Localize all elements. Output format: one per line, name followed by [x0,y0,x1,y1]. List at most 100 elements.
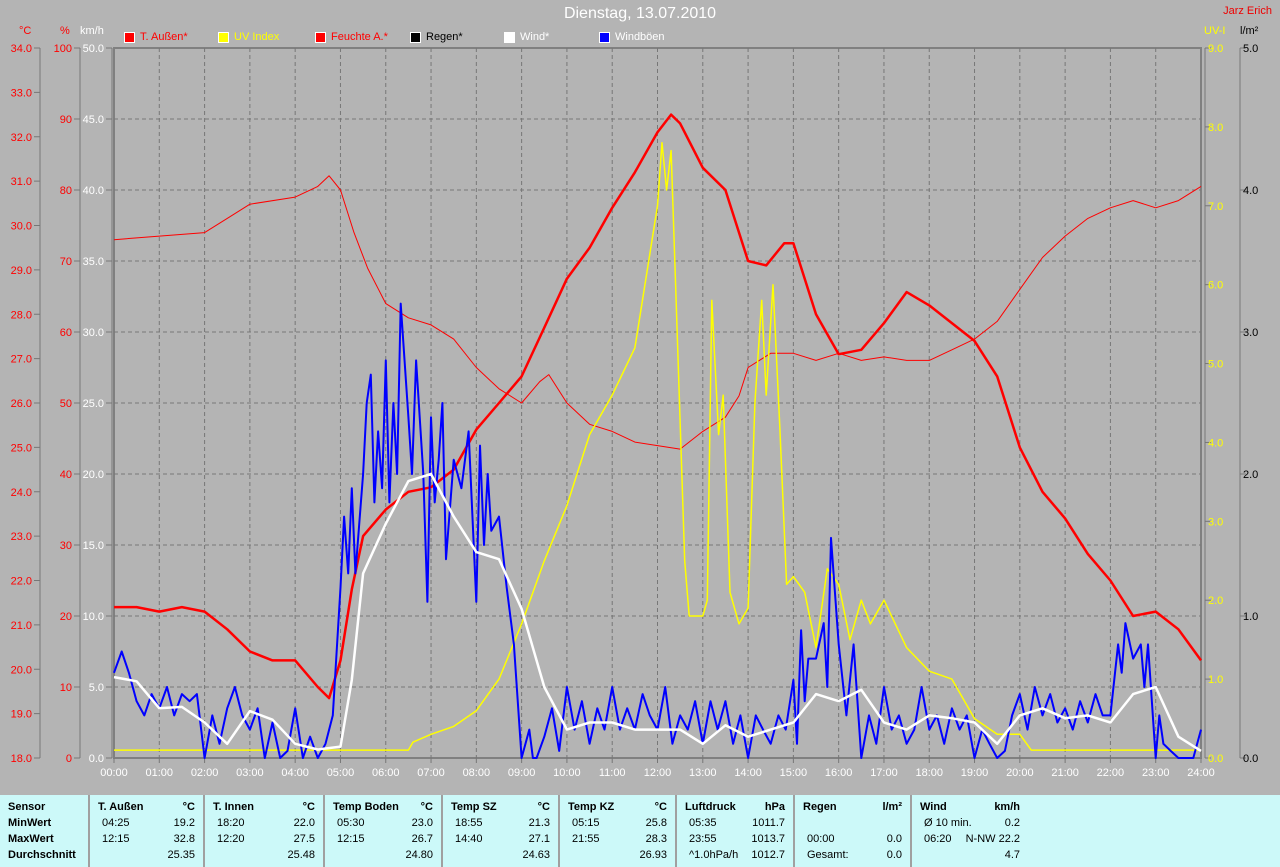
stats-column: Sensor MinWert MaxWert Durchschnitt [0,795,90,867]
y-tick-label-uv: 9.0 [1208,43,1223,55]
x-tick-label: 00:00 [100,767,128,779]
x-tick-label: 12:00 [644,767,672,779]
legend-label: T. Außen* [140,31,188,43]
row-value: 28.3 [645,833,667,845]
unit-uv: UV-I [1204,25,1226,37]
row-label: 05:30 [337,817,365,829]
row-label: Ø 10 min. [924,817,972,829]
row-label: 18:55 [455,817,483,829]
legend-item: Wind* [504,31,549,43]
row-value: 19.2 [173,817,195,829]
row-value: 4.7 [1004,849,1020,861]
row-label: MinWert [8,817,52,829]
stats-column: Luftdruck hPa 05:35 1011.7 23:55 1013.7 ^1.0hP… [677,795,795,867]
legend-item: Feuchte A.* [315,31,388,43]
legend-label: Feuchte A.* [331,31,388,43]
column-header: Sensor [8,801,46,813]
x-tick-label: 01:00 [146,767,174,779]
y-tick-label-uv: 8.0 [1208,122,1223,134]
row-label: 06:20 [924,833,952,845]
x-tick-label: 06:00 [372,767,400,779]
column-unit: l/m² [882,801,902,813]
y-tick-label-temp: 24.0 [11,487,32,499]
row-label: 18:20 [217,817,245,829]
row-value: 26.7 [411,833,433,845]
row-value: 22.0 [293,817,315,829]
row-label: 12:15 [102,833,130,845]
column-header: Temp SZ [451,801,497,813]
x-tick-label: 22:00 [1097,767,1125,779]
row-value: 26.93 [639,849,667,861]
row-value: 0.0 [886,849,902,861]
row-label: Durchschnitt [8,849,76,861]
row-label: 12:20 [217,833,245,845]
row-value: 25.48 [287,849,315,861]
y-tick-label-hum: 90 [60,114,72,126]
legend-swatch [504,31,515,43]
y-tick-label-temp: 32.0 [11,132,32,144]
stats-column: Temp Boden °C 05:30 23.0 12:15 26.7 24.80 [325,795,443,867]
row-value: 32.8 [173,833,195,845]
y-tick-label-temp: 29.0 [11,265,32,277]
column-header: Temp KZ [568,801,615,813]
column-unit: °C [420,801,433,813]
row-label: 21:55 [572,833,600,845]
legend-item: Regen* [410,31,463,43]
row-label: 04:25 [102,817,130,829]
y-tick-label-wind: 15.0 [83,540,104,552]
row-label: MaxWert [8,833,54,845]
y-tick-label-temp: 34.0 [11,43,32,55]
legend-label: Regen* [426,31,463,43]
y-tick-label-temp: 28.0 [11,309,32,321]
row-label: 05:35 [689,817,717,829]
x-tick-label: 16:00 [825,767,853,779]
row-value: 24.63 [522,849,550,861]
legend-swatch [599,31,610,43]
y-tick-label-uv: 0.0 [1208,753,1223,765]
x-tick-label: 13:00 [689,767,717,779]
y-tick-label-wind: 0.0 [89,753,104,765]
legend-item: UV Index [218,31,279,43]
y-tick-label-hum: 60 [60,327,72,339]
y-tick-label-rain: 0.0 [1243,753,1258,765]
row-value: 1012.7 [751,849,785,861]
y-tick-label-rain: 5.0 [1243,43,1258,55]
y-tick-label-uv: 2.0 [1208,595,1223,607]
stats-column: T. Außen °C 04:25 19.2 12:15 32.8 25.35 [90,795,205,867]
row-label: 23:55 [689,833,717,845]
x-tick-label: 05:00 [327,767,355,779]
column-unit: °C [182,801,195,813]
column-unit: °C [537,801,550,813]
row-value: 1013.7 [751,833,785,845]
y-tick-label-uv: 5.0 [1208,359,1223,371]
row-value: 1011.7 [752,817,785,829]
legend-swatch [218,31,229,43]
x-tick-label: 14:00 [734,767,762,779]
y-tick-label-wind: 20.0 [83,469,104,481]
column-header: Regen [803,801,837,813]
stats-column: T. Innen °C 18:20 22.0 12:20 27.5 25.48 [205,795,325,867]
column-unit: °C [654,801,667,813]
y-tick-label-temp: 31.0 [11,176,32,188]
y-tick-label-wind: 35.0 [83,256,104,268]
y-tick-label-temp: 22.0 [11,576,32,588]
legend-label: UV Index [234,31,280,43]
row-value: 0.2 [1004,817,1020,829]
y-tick-label-temp: 25.0 [11,442,32,454]
y-tick-label-rain: 4.0 [1243,185,1258,197]
unit-rain: l/m² [1240,25,1259,37]
y-tick-label-uv: 1.0 [1208,674,1223,686]
column-header: Luftdruck [685,801,736,813]
y-tick-label-temp: 26.0 [11,398,32,410]
x-tick-label: 03:00 [236,767,264,779]
y-tick-label-rain: 1.0 [1243,611,1258,623]
unit-wind: km/h [80,25,104,37]
x-tick-label: 19:00 [961,767,989,779]
row-value: 21.3 [528,817,550,829]
stats-column: Wind km/h Ø 10 min. 0.2 06:20 N-NW 22.2 4.7 [912,795,1028,867]
column-unit: km/h [994,801,1020,813]
row-value: 27.5 [293,833,315,845]
y-tick-label-uv: 6.0 [1208,280,1223,292]
y-tick-label-temp: 30.0 [11,221,32,233]
y-tick-label-hum: 100 [54,43,72,55]
